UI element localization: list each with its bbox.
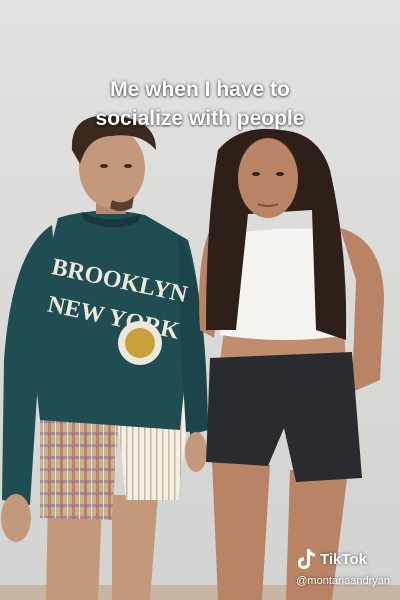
tiktok-watermark: TikTok [296,548,367,570]
caption-line-1: Me when I have to [110,78,290,101]
creator-handle: @montanaandryan [296,575,390,587]
tiktok-note-icon [298,549,315,569]
tiktok-brand-label: TikTok [320,550,367,568]
caption-line-2: socialize with people [95,107,305,130]
